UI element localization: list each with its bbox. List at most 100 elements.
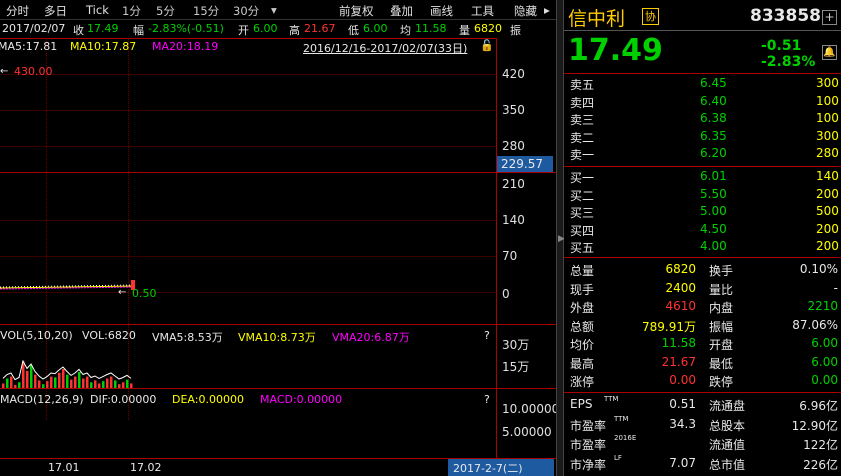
y-label: 210 xyxy=(502,177,525,191)
hide-button[interactable]: 隐藏 xyxy=(514,3,537,19)
tab-tick[interactable]: Tick xyxy=(86,3,109,17)
ask-label: 卖四 xyxy=(570,95,595,110)
tab-1min[interactable]: 1分 xyxy=(122,3,141,19)
tab-5min[interactable]: 5分 xyxy=(156,3,175,19)
ask-row[interactable]: 卖四 6.40 100 xyxy=(564,93,841,110)
bid-row[interactable]: 买三 5.00 500 xyxy=(564,203,841,220)
volume-bar xyxy=(90,382,93,388)
volume-bar xyxy=(102,381,105,388)
volume-bar xyxy=(30,365,33,388)
high-mark: 430.00 xyxy=(14,65,53,78)
fund-value: 122亿 xyxy=(803,438,838,452)
vma20-value: VMA20:6.87万 xyxy=(332,331,410,344)
ask-row[interactable]: 卖三 6.38 100 xyxy=(564,110,841,127)
ask-price: 6.35 xyxy=(700,128,727,143)
bid-price: 5.00 xyxy=(700,204,727,218)
tab-intraday[interactable]: 分时 xyxy=(6,3,29,19)
ask-label: 卖五 xyxy=(570,78,595,92)
fund-row: 市净率 LF 7.07 总市值 226亿 xyxy=(564,454,841,472)
volume-bar xyxy=(58,372,61,388)
expand-icon[interactable]: ▸ xyxy=(544,3,550,17)
fund-value: 7.07 xyxy=(669,455,696,470)
stat-label: 跌停 xyxy=(709,375,734,389)
vol-axis-label: 15万 xyxy=(502,360,530,374)
draw-button[interactable]: 画线 xyxy=(430,3,453,19)
volume-bar xyxy=(130,383,133,388)
bid-label: 买一 xyxy=(570,171,595,185)
price-change-pct: -2.83% xyxy=(761,54,816,70)
stat-label: 总量 xyxy=(570,264,595,278)
ask-row[interactable]: 卖二 6.35 300 xyxy=(564,128,841,145)
bid-price: 5.50 xyxy=(700,186,727,201)
vol-help-icon[interactable]: ? xyxy=(484,329,490,342)
ask-volume: 300 xyxy=(816,128,839,143)
bid-row[interactable]: 买二 5.50 200 xyxy=(564,186,841,203)
x-label: 17.01 xyxy=(48,461,80,474)
stat-value: 21.67 xyxy=(661,354,696,369)
bid-price: 4.00 xyxy=(700,239,727,253)
date-range[interactable]: 2016/12/16-2017/02/07(33日) xyxy=(303,40,467,56)
vol-indicator-label[interactable]: VOL(5,10,20) xyxy=(0,329,73,342)
vma10-value: VMA10:8.73万 xyxy=(238,331,316,344)
low-mark-arrow: ← xyxy=(118,287,127,298)
y-label: 0 xyxy=(502,287,510,301)
tab-15min[interactable]: 15分 xyxy=(193,3,219,19)
open-value: 6.00 xyxy=(253,22,278,35)
low-value: 6.00 xyxy=(363,22,388,35)
volume-bar xyxy=(86,376,89,388)
y-label: 420 xyxy=(502,67,525,81)
kline-chart[interactable]: MA5:17.81 MA10:17.87 MA20:18.19 2016/12/… xyxy=(0,38,559,476)
overlay-button[interactable]: 叠加 xyxy=(390,3,413,19)
stat-row: 总额 789.91万 振幅 87.06% xyxy=(564,317,841,334)
ma20-legend: MA20:18.19 xyxy=(152,40,219,53)
stat-value: 2210 xyxy=(807,299,838,313)
bid-row[interactable]: 买四 4.50 200 xyxy=(564,221,841,238)
stat-label: 涨停 xyxy=(570,375,595,389)
volume-bar xyxy=(38,380,41,388)
adjust-button[interactable]: 前复权 xyxy=(339,3,374,19)
ask-row[interactable]: 卖一 6.20 280 xyxy=(564,145,841,162)
ask-row[interactable]: 卖五 6.45 300 xyxy=(564,75,841,92)
add-icon[interactable]: + xyxy=(822,10,837,25)
ask-volume: 100 xyxy=(816,93,839,108)
high-mark-arrow: ← xyxy=(0,66,9,77)
lock-icon[interactable]: 🔓 xyxy=(480,39,494,52)
volume-bar xyxy=(74,376,77,388)
macd-indicator-label[interactable]: MACD(12,26,9) xyxy=(0,393,84,406)
stat-label: 均价 xyxy=(570,338,595,352)
grid-line xyxy=(0,110,496,111)
bid-row[interactable]: 买一 6.01 140 xyxy=(564,168,841,185)
volume-bar xyxy=(46,381,49,388)
tab-30min[interactable]: 30分 xyxy=(233,3,259,19)
alert-bell-icon[interactable]: 🔔 xyxy=(822,45,837,60)
volume-bar xyxy=(14,384,17,388)
volume-bar xyxy=(26,370,29,388)
y-label: 140 xyxy=(502,213,525,227)
fund-row: 市盈率 2016E 流通值 122亿 xyxy=(564,434,841,452)
info-date: 2017/02/07 xyxy=(2,22,66,35)
stat-label: 内盘 xyxy=(709,301,734,315)
open-label: 开 xyxy=(238,24,249,37)
bid-row[interactable]: 买五 4.00 200 xyxy=(564,238,841,255)
fund-label-sup: TTM xyxy=(614,414,629,423)
macd-help-icon[interactable]: ? xyxy=(484,393,490,406)
x-label: 17.02 xyxy=(130,461,162,474)
fund-row: EPS TTM 0.51 流通盘 6.96亿 xyxy=(564,395,841,413)
cursor-date-tag: 2017-2-7(二) xyxy=(448,459,554,476)
volume-bar xyxy=(122,382,125,388)
ask-volume: 300 xyxy=(816,76,839,90)
y-label: 70 xyxy=(502,249,518,263)
fund-label: 市净率 xyxy=(570,457,607,472)
tools-button[interactable]: 工具 xyxy=(471,3,494,19)
stat-label: 最高 xyxy=(570,356,595,371)
volume-bar xyxy=(62,369,65,388)
stat-row: 均价 11.58 开盘 6.00 xyxy=(564,335,841,352)
panel-splitter[interactable]: ▶ xyxy=(556,0,565,476)
volume-bar xyxy=(6,378,9,388)
tab-multi-day[interactable]: 多日 xyxy=(44,3,67,19)
period-dropdown-icon[interactable]: ▾ xyxy=(271,3,277,17)
avg-label: 均 xyxy=(400,24,411,37)
stat-value: 2400 xyxy=(665,280,696,295)
stat-row: 外盘 4610 内盘 2210 xyxy=(564,298,841,315)
volume-bar xyxy=(70,379,73,388)
